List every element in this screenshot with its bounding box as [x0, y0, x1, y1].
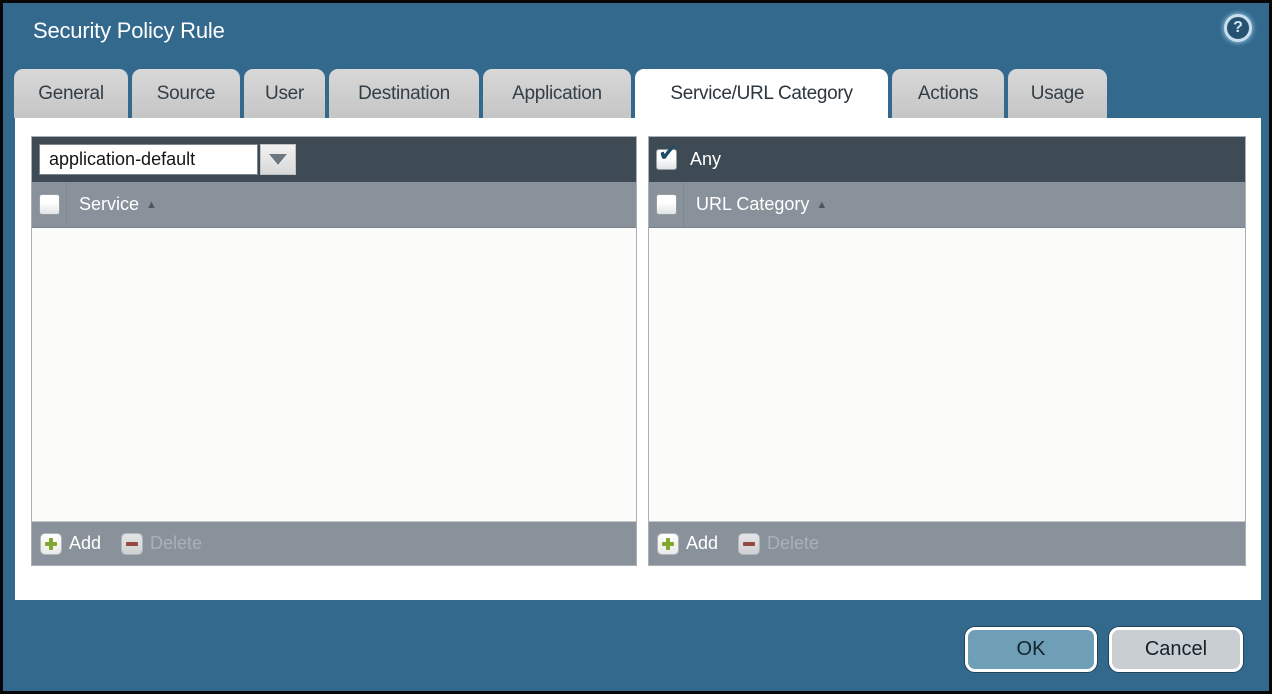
add-service-label: Add	[69, 533, 101, 554]
tab-application[interactable]: Application	[483, 69, 631, 118]
chevron-down-glyph	[269, 154, 287, 165]
url-category-table-header: URL Category ▲	[649, 182, 1245, 228]
service-type-value[interactable]: application-default	[39, 144, 258, 175]
any-label: Any	[690, 149, 721, 170]
url-category-select-all-cell	[649, 182, 684, 227]
service-table-header: Service ▲	[32, 182, 636, 228]
tab-usage[interactable]: Usage	[1008, 69, 1107, 118]
chevron-down-icon[interactable]	[260, 144, 296, 175]
url-category-panel-footer: Add Delete	[649, 521, 1245, 565]
delete-service-button[interactable]: Delete	[121, 533, 202, 555]
tab-actions[interactable]: Actions	[892, 69, 1004, 118]
add-url-category-button[interactable]: Add	[657, 533, 718, 555]
add-url-category-label: Add	[686, 533, 718, 554]
minus-icon	[121, 533, 143, 555]
tab-service-url-category[interactable]: Service/URL Category	[635, 69, 888, 119]
delete-url-category-button[interactable]: Delete	[738, 533, 819, 555]
tab-general[interactable]: General	[14, 69, 128, 118]
ok-button[interactable]: OK	[965, 627, 1097, 672]
tab-source[interactable]: Source	[132, 69, 240, 118]
triangle-up-icon: ▲	[816, 199, 827, 211]
service-list-body[interactable]	[32, 228, 636, 521]
tab-bar: General Source User Destination Applicat…	[14, 69, 1107, 119]
url-category-column-header[interactable]: URL Category	[696, 194, 809, 215]
triangle-up-icon: ▲	[146, 199, 157, 211]
select-all-url-categories-checkbox[interactable]	[656, 194, 677, 215]
tab-user[interactable]: User	[244, 69, 325, 118]
dialog-title: Security Policy Rule	[33, 18, 225, 44]
title-bar: Security Policy Rule ?	[3, 3, 1269, 69]
service-type-dropdown[interactable]: application-default	[39, 144, 296, 175]
service-column-header[interactable]: Service	[79, 194, 139, 215]
minus-icon	[738, 533, 760, 555]
checkmark-icon: ✔	[658, 142, 678, 166]
service-panel: application-default Service ▲ Add	[31, 136, 637, 566]
help-glyph: ?	[1233, 20, 1243, 36]
cancel-button[interactable]: Cancel	[1109, 627, 1243, 672]
tab-content: application-default Service ▲ Add	[15, 118, 1261, 600]
url-category-list-body[interactable]	[649, 228, 1245, 521]
url-category-panel: ✔ Any URL Category ▲ Add Delete	[648, 136, 1246, 566]
plus-icon	[657, 533, 679, 555]
add-service-button[interactable]: Add	[40, 533, 101, 555]
help-icon[interactable]: ?	[1224, 14, 1252, 42]
security-policy-rule-dialog: Security Policy Rule ? General Source Us…	[0, 0, 1272, 694]
service-panel-footer: Add Delete	[32, 521, 636, 565]
delete-url-category-label: Delete	[767, 533, 819, 554]
tab-destination[interactable]: Destination	[329, 69, 479, 118]
select-all-services-checkbox[interactable]	[39, 194, 60, 215]
plus-icon	[40, 533, 62, 555]
any-checkbox[interactable]: ✔	[656, 149, 677, 170]
service-panel-toolbar: application-default	[32, 137, 636, 182]
service-select-all-cell	[32, 182, 67, 227]
delete-service-label: Delete	[150, 533, 202, 554]
url-category-panel-toolbar: ✔ Any	[649, 137, 1245, 182]
